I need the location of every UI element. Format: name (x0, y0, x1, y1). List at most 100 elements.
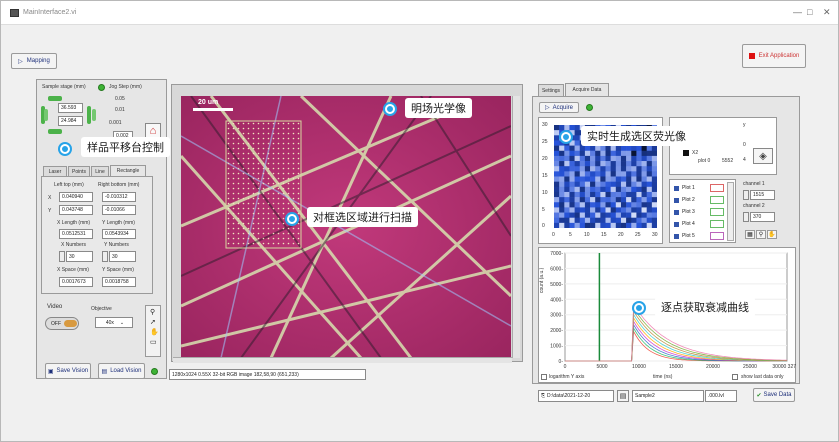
x-left-arrow-small[interactable] (44, 109, 48, 121)
data-path-field[interactable]: ⎘ D:\data\2021-12-20 (538, 390, 614, 402)
y-right-bottom-field[interactable]: -0.01066 (102, 205, 136, 215)
x-right-bottom-field[interactable]: -0.010312 (102, 192, 136, 202)
heatmap-cell (651, 207, 657, 213)
legend-item[interactable]: Plot 4 (674, 221, 695, 227)
heatmap-cell (559, 150, 565, 157)
save-vision-button[interactable]: ▣ Save Vision (45, 363, 91, 379)
plot-style-icon[interactable] (710, 208, 724, 216)
pan-tool-icon[interactable]: ✋ (150, 328, 160, 336)
jog-step-title: Jog Step (mm) (109, 84, 142, 90)
heatmap-cell (620, 212, 627, 218)
log-y-checkbox[interactable] (541, 374, 547, 380)
heatmap-cell (636, 150, 642, 157)
tab-line[interactable]: Line (91, 166, 109, 176)
cursor-mover-icon[interactable]: ◈ (753, 148, 773, 164)
channel-2-field[interactable]: 370 (750, 212, 775, 222)
y-numbers-spinner[interactable] (102, 251, 108, 262)
tab-laser[interactable]: Laser (43, 166, 67, 176)
heatmap-cell (590, 166, 596, 172)
stage-x-position[interactable]: 36.593 (58, 103, 83, 113)
legend-item[interactable]: Plot 3 (674, 209, 695, 215)
heatmap-cell (564, 166, 570, 172)
maximize-icon[interactable]: □ (807, 7, 812, 17)
app-window: MainInterface2.vi — □ ✕ ▷ Mapping Exit Ap… (0, 0, 839, 442)
channel-1-field[interactable]: 1515 (750, 190, 775, 200)
legend-item[interactable]: Plot 1 (674, 185, 695, 191)
heatmap-cell (631, 197, 637, 203)
minimize-icon[interactable]: — (793, 7, 802, 17)
image-vertical-scrollbar[interactable] (512, 96, 520, 358)
y-numbers-field[interactable]: 30 (109, 251, 136, 262)
legend-item[interactable]: Plot 2 (674, 197, 695, 203)
rectangle-tool-icon[interactable]: ▭ (150, 338, 160, 346)
x-right-arrow-small[interactable] (92, 109, 96, 121)
x-tick-label: 10000 (632, 364, 646, 370)
heatmap-cell (610, 171, 617, 177)
y-axis-label: Y (48, 208, 52, 214)
acquire-button[interactable]: ▷ Acquire (539, 102, 579, 113)
tab-rectangle[interactable]: Rectangle (110, 165, 146, 176)
browse-folder-icon[interactable]: ▤ (617, 390, 629, 402)
exit-application-button[interactable]: Exit Application (742, 44, 806, 68)
heatmap-cell (651, 181, 657, 188)
heatmap-cell (574, 171, 581, 177)
stage-y-position[interactable]: 24.984 (58, 116, 83, 126)
heatmap-cell (579, 191, 586, 198)
tab-points[interactable]: Points (68, 166, 90, 176)
jog-option-2[interactable]: 0.01 (115, 107, 125, 113)
video-toggle[interactable]: OFF (45, 317, 79, 330)
channel-1-spinner[interactable] (743, 190, 749, 200)
x-numbers-spinner[interactable] (59, 251, 65, 262)
x-space-field: 0.0017673 (59, 277, 93, 287)
zoom-tool-icon[interactable]: ⚲ (150, 308, 160, 316)
jog-option-3[interactable]: 0.001 (109, 120, 122, 126)
y-down-arrow[interactable] (48, 129, 62, 134)
x-axis-label: X (48, 195, 52, 201)
cursor-y-header: y (743, 122, 746, 128)
y-up-arrow[interactable] (48, 96, 62, 101)
file-name-field[interactable]: Sample2 (632, 390, 704, 402)
heatmap-x-tick: 25 (635, 232, 641, 238)
plot-style-icon[interactable] (710, 184, 724, 192)
y-left-top-field[interactable]: 0.043748 (59, 205, 93, 215)
graph-pan-tool-icon[interactable]: ✋ (767, 230, 777, 239)
objective-select[interactable]: 40x ⌄ (95, 317, 133, 328)
save-data-button[interactable]: ✔ Save Data (753, 388, 795, 402)
tab-settings[interactable]: Settings (538, 84, 564, 96)
x-numbers-field[interactable]: 30 (66, 251, 93, 262)
mapping-button[interactable]: ▷ Mapping (11, 53, 57, 69)
heatmap-cell (564, 212, 570, 218)
legend-scrollbar[interactable] (727, 182, 734, 241)
legend-item[interactable]: Plot 5 (674, 233, 695, 239)
plot-style-icon[interactable] (710, 232, 724, 240)
heatmap-cell (600, 217, 606, 224)
heatmap-cell (626, 176, 632, 182)
heatmap-cell (626, 186, 632, 193)
show-last-label: show last data only (741, 374, 784, 380)
heatmap-cell (579, 150, 586, 157)
sample-stage-title: Sample stage (mm) (42, 84, 86, 90)
x-tick-label: 15000 (669, 364, 683, 370)
plot-style-icon[interactable] (710, 220, 724, 228)
y-tick-label: 2000- (550, 328, 563, 334)
jog-option-1[interactable]: 0.05 (115, 96, 125, 102)
scan-callout: 对框选区域进行扫描 (307, 207, 418, 227)
image-horizontal-scrollbar[interactable] (173, 357, 512, 363)
x-right-arrow[interactable] (87, 106, 91, 124)
heatmap-cell (559, 212, 565, 218)
graph-zoom-tool-icon[interactable]: ⚲ (756, 230, 766, 239)
heatmap-cell (641, 166, 647, 172)
x-left-top-field[interactable]: 0.040940 (59, 192, 93, 202)
channel-2-spinner[interactable] (743, 212, 749, 222)
show-last-checkbox[interactable] (732, 374, 738, 380)
heatmap-x-tick: 15 (601, 232, 607, 238)
heatmap-cell (590, 207, 596, 213)
close-icon[interactable]: ✕ (823, 7, 831, 18)
plot-style-icon[interactable] (710, 196, 724, 204)
load-vision-button[interactable]: ▤ Load Vision (98, 363, 145, 379)
heatmap-cell (605, 186, 611, 193)
pointer-tool-icon[interactable]: ➚ (150, 318, 160, 326)
tab-acquire-data[interactable]: Acquire Data (565, 83, 609, 96)
graph-grid-tool-icon[interactable]: ▦ (745, 230, 755, 239)
heatmap-cell (574, 161, 581, 167)
